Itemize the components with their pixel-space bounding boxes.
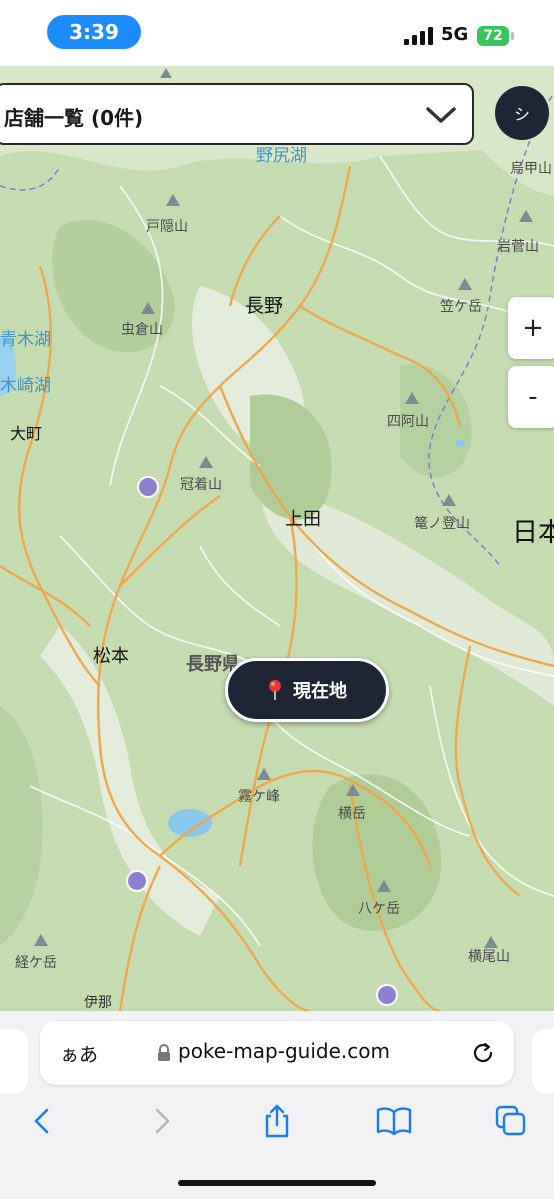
status-bar: 3:39 5G 72 <box>0 0 554 66</box>
forward-button[interactable] <box>142 1101 182 1141</box>
cellular-signal-icon <box>404 27 433 45</box>
map-label-ueda: 上田 <box>285 509 321 530</box>
share-icon <box>265 1104 289 1138</box>
map-label-yatsugatake: 八ケ岳 <box>358 901 400 917</box>
map-label-kizaki-lake: 木崎湖 <box>0 376 51 396</box>
zoom-out-button[interactable]: - <box>508 366 554 428</box>
previous-tab-preview[interactable] <box>0 1029 28 1093</box>
map-label-mt-kyogatake: 経ケ岳 <box>15 955 57 971</box>
back-icon <box>34 1108 49 1134</box>
map-label-mt-yoko: 横岳 <box>338 806 366 822</box>
map-label-mt-togakushi: 戸隠山 <box>146 219 188 235</box>
map-label-nojiri-lake: 野尻湖 <box>256 146 307 166</box>
current-location-label: 現在地 <box>293 681 347 702</box>
location-pin-icon <box>269 680 281 700</box>
lock-icon <box>158 1044 170 1061</box>
map-label-ina: 伊那 <box>84 995 112 1011</box>
map-label-aoki-lake: 青木湖 <box>0 330 51 350</box>
map-label-mt-mushikura: 虫倉山 <box>121 322 163 338</box>
map-label-nagano: 長野 <box>245 295 284 317</box>
user-avatar-button[interactable]: シ <box>495 86 549 140</box>
map-label-mt-kasagatake: 笠ケ岳 <box>440 299 482 315</box>
map-label-mt-azumaya: 四阿山 <box>387 414 429 430</box>
tabs-icon <box>495 1105 526 1136</box>
forward-icon <box>155 1108 170 1134</box>
map-view[interactable]: 野尻湖 烏甲山 戸隠山 岩菅山 長野 笠ケ岳 虫倉山 青木湖 木崎湖 四阿山 大… <box>0 66 554 1011</box>
browser-toolbar: ぁあ poke-map-guide.com <box>0 1011 554 1199</box>
map-label-mt-yokoo: 横尾山 <box>468 949 510 965</box>
battery-tip <box>511 32 514 40</box>
zoom-in-button[interactable]: + <box>508 297 554 359</box>
store-list-dropdown[interactable]: 店舗一覧 (0件) <box>0 83 474 145</box>
bookmarks-button[interactable] <box>374 1101 414 1141</box>
reload-icon[interactable] <box>470 1040 496 1066</box>
current-location-button[interactable]: 現在地 <box>225 658 389 722</box>
map-label-mt-eboshi: 烏甲山 <box>510 161 552 177</box>
status-time[interactable]: 3:39 <box>47 15 141 49</box>
map-label-kirigamine: 霧ケ峰 <box>238 789 280 805</box>
bookmarks-icon <box>376 1107 412 1136</box>
network-type: 5G <box>441 24 469 45</box>
map-terrain <box>0 66 554 1011</box>
chevron-down-icon <box>426 107 456 123</box>
map-label-mt-iwasuge: 岩菅山 <box>497 239 539 255</box>
store-list-label: 店舗一覧 (0件) <box>4 106 144 130</box>
text-size-button[interactable]: ぁあ <box>60 1040 98 1067</box>
map-label-nihon: 日本 <box>512 518 554 548</box>
map-label-matsumoto: 松本 <box>93 646 129 667</box>
home-indicator[interactable] <box>178 1180 376 1186</box>
address-bar[interactable]: ぁあ poke-map-guide.com <box>40 1021 514 1085</box>
map-label-mt-kagonotoyama: 篭ノ登山 <box>414 516 470 532</box>
tabs-button[interactable] <box>491 1101 531 1141</box>
back-button[interactable] <box>22 1101 62 1141</box>
battery-indicator: 72 <box>477 26 509 46</box>
share-button[interactable] <box>257 1101 297 1141</box>
map-label-omachi: 大町 <box>10 424 43 443</box>
next-tab-preview[interactable] <box>532 1029 554 1093</box>
map-label-mt-kamuriki: 冠着山 <box>180 477 222 493</box>
url-text[interactable]: poke-map-guide.com <box>178 1039 390 1063</box>
